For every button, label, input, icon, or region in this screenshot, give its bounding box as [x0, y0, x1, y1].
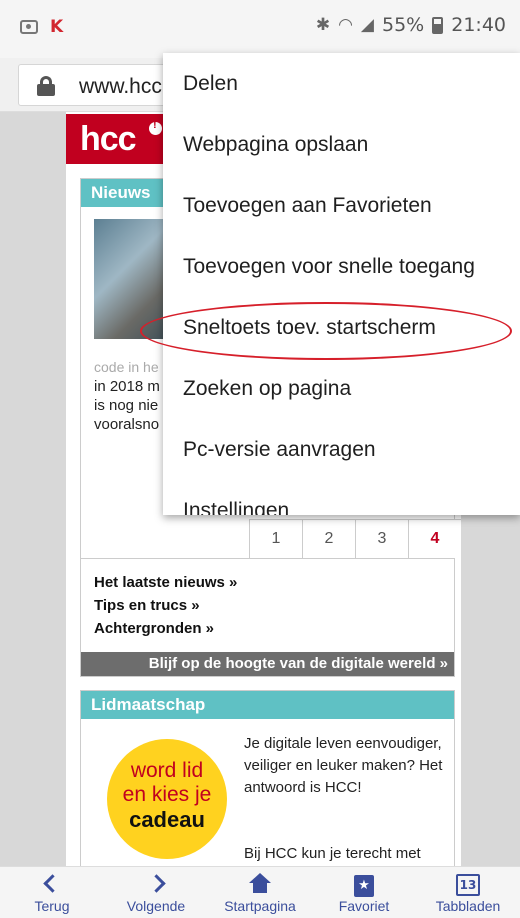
favorite-button[interactable]: ★ Favoriet	[312, 867, 416, 918]
link-tips[interactable]: Tips en trucs »	[94, 594, 237, 617]
news-banner-link[interactable]: Blijf op de hoogte van de digitale werel…	[81, 652, 454, 676]
home-label: Startpagina	[224, 898, 296, 914]
logo-dot-icon	[149, 119, 162, 135]
battery-percentage: 55%	[382, 14, 425, 36]
forward-button[interactable]: Volgende	[104, 867, 208, 918]
divider	[81, 558, 454, 559]
menu-item-find-on-page[interactable]: Zoeken op pagina	[163, 358, 520, 419]
menu-item-quick-access[interactable]: Toevoegen voor snelle toegang	[163, 236, 520, 297]
menu-item-share[interactable]: Delen	[163, 53, 520, 114]
news-text[interactable]: in 2018 m is nog nie vooralsno	[94, 377, 174, 434]
battery-icon	[432, 16, 444, 34]
membership-section: Lidmaatschap word lid en kies je cadeau …	[80, 690, 455, 870]
status-bar: K ✱ ◠ ◢ 55% 21:40	[0, 0, 520, 58]
home-button[interactable]: Startpagina	[208, 867, 312, 918]
menu-item-save-page[interactable]: Webpagina opslaan	[163, 114, 520, 175]
news-links: Het laatste nieuws » Tips en trucs » Ach…	[94, 571, 237, 640]
status-bar-left: K	[20, 17, 63, 37]
menu-item-desktop-version[interactable]: Pc-versie aanvragen	[163, 419, 520, 480]
link-background[interactable]: Achtergronden »	[94, 617, 237, 640]
badge-line-1: word lid	[130, 759, 204, 782]
news-pager: 1 2 3 4	[249, 519, 461, 558]
membership-text-2: Bij HCC kun je terecht met	[244, 845, 421, 862]
badge-line-3: cadeau	[129, 807, 205, 832]
join-badge[interactable]: word lid en kies je cadeau	[107, 739, 227, 859]
menu-item-add-favorites[interactable]: Toevoegen aan Favorieten	[163, 175, 520, 236]
url-text[interactable]: www.hcc	[79, 75, 162, 99]
membership-header[interactable]: Lidmaatschap	[81, 691, 454, 719]
badge-line-2: en kies je	[122, 783, 212, 806]
tabs-label: Tabbladen	[435, 898, 501, 914]
back-label: Terug	[34, 898, 70, 914]
menu-item-settings[interactable]: Instellingen	[163, 480, 520, 515]
hcc-logo[interactable]: hcc	[66, 114, 170, 164]
pager-page-4[interactable]: 4	[408, 520, 461, 558]
clock: 21:40	[451, 14, 506, 36]
bookmark-star-icon: ★	[354, 875, 374, 897]
overflow-menu: Delen Webpagina opslaan Toevoegen aan Fa…	[163, 53, 520, 515]
pager-page-3[interactable]: 3	[355, 520, 408, 558]
pager-page-1[interactable]: 1	[249, 520, 302, 558]
image-icon	[20, 20, 38, 34]
news-caption: code in he	[94, 359, 159, 375]
link-latest-news[interactable]: Het laatste nieuws »	[94, 571, 237, 594]
kaspersky-icon: K	[50, 17, 64, 37]
home-icon	[249, 873, 271, 895]
tabs-button[interactable]: 13 Tabbladen	[416, 867, 520, 918]
chevron-right-icon	[146, 874, 166, 893]
membership-text: Je digitale leven eenvoudiger, veiliger …	[244, 735, 443, 796]
status-bar-right: ✱ ◠ ◢ 55% 21:40	[316, 14, 506, 36]
bottom-navigation: Terug Volgende Startpagina ★ Favoriet 13…	[0, 866, 520, 918]
bluetooth-icon: ✱	[315, 15, 331, 35]
tabs-icon: 13	[456, 874, 480, 896]
favorite-label: Favoriet	[338, 898, 390, 914]
signal-icon: ◢	[360, 15, 374, 35]
pager-page-2[interactable]: 2	[302, 520, 355, 558]
chevron-left-icon	[42, 874, 62, 893]
wifi-icon: ◠	[338, 15, 353, 35]
forward-label: Volgende	[126, 898, 186, 914]
lock-icon[interactable]	[37, 76, 55, 96]
logo-text: hcc	[80, 120, 137, 158]
highlight-annotation	[140, 302, 512, 360]
back-button[interactable]: Terug	[0, 867, 104, 918]
